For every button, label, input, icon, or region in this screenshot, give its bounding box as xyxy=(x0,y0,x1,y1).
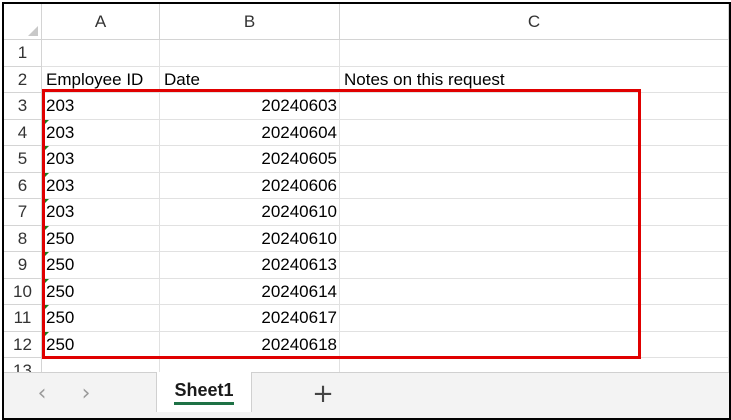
table-row: 9 250 20240613 xyxy=(4,252,729,279)
cell-a-value: 250 xyxy=(46,281,75,301)
cell-a-value: 250 xyxy=(46,228,75,248)
cell-a-value: 203 xyxy=(46,122,75,142)
table-row: 10 250 20240614 xyxy=(4,278,729,305)
cell-c[interactable] xyxy=(340,199,729,226)
chevron-left-icon[interactable]: ‹ xyxy=(30,383,54,407)
cell-c[interactable] xyxy=(340,305,729,332)
cell-a-value: 203 xyxy=(46,202,75,221)
cell-a[interactable]: 250 xyxy=(42,252,160,279)
error-indicator-icon xyxy=(42,119,49,127)
cell-a[interactable]: Employee ID xyxy=(42,66,160,93)
cell-c[interactable] xyxy=(340,225,729,252)
sheet-tab-label: Sheet1 xyxy=(174,380,234,405)
error-indicator-icon xyxy=(42,146,49,153)
error-indicator-icon xyxy=(42,278,49,286)
cell-a[interactable]: 203 xyxy=(42,199,160,226)
row-header[interactable]: 10 xyxy=(4,278,42,305)
cell-a-value: 203 xyxy=(46,96,75,115)
cell-c[interactable] xyxy=(340,252,729,279)
table-row: 11 250 20240617 xyxy=(4,305,729,332)
cell-a[interactable]: 250 xyxy=(42,278,160,305)
error-indicator-icon xyxy=(42,331,49,339)
error-indicator-icon xyxy=(42,225,49,233)
row-header[interactable]: 9 xyxy=(4,252,42,279)
cell-c[interactable] xyxy=(340,331,729,358)
column-header-a[interactable]: A xyxy=(42,4,160,40)
cell-b[interactable]: 20240606 xyxy=(160,172,340,199)
cell-a-value: 250 xyxy=(46,255,75,274)
cell-a[interactable] xyxy=(42,358,160,372)
error-indicator-icon xyxy=(42,305,49,312)
row-header[interactable]: 5 xyxy=(4,146,42,173)
spreadsheet-window: A B C 1 2 Employee ID Date Notes on this req… xyxy=(2,2,731,420)
cell-b[interactable]: 20240614 xyxy=(160,278,340,305)
error-indicator-icon xyxy=(42,172,49,180)
cell-b[interactable]: 20240610 xyxy=(160,225,340,252)
table-row: 8 250 20240610 xyxy=(4,225,729,252)
cell-b[interactable]: 20240603 xyxy=(160,93,340,120)
cell-c[interactable] xyxy=(340,278,729,305)
row-header[interactable]: 12 xyxy=(4,331,42,358)
row-header[interactable]: 13 xyxy=(4,358,42,372)
table-row: 5 203 20240605 xyxy=(4,146,729,173)
cell-c[interactable] xyxy=(340,40,729,67)
error-indicator-icon xyxy=(42,199,49,206)
row-header[interactable]: 4 xyxy=(4,119,42,146)
cell-b[interactable]: 20240618 xyxy=(160,331,340,358)
error-indicator-icon xyxy=(42,252,49,259)
table-row: 6 203 20240606 xyxy=(4,172,729,199)
worksheet-grid: A B C 1 2 Employee ID Date Notes on this req… xyxy=(4,4,729,372)
cell-c[interactable] xyxy=(340,119,729,146)
cell-a[interactable]: 250 xyxy=(42,305,160,332)
select-all-corner[interactable] xyxy=(4,4,42,40)
cell-a-value: 203 xyxy=(46,149,75,168)
cell-a-value: 250 xyxy=(46,334,75,354)
cell-a[interactable]: 203 xyxy=(42,119,160,146)
cell-c[interactable] xyxy=(340,172,729,199)
cell-b[interactable]: Date xyxy=(160,66,340,93)
row-header[interactable]: 6 xyxy=(4,172,42,199)
row-header[interactable]: 7 xyxy=(4,199,42,226)
column-header-b[interactable]: B xyxy=(160,4,340,40)
table-row: 4 203 20240604 xyxy=(4,119,729,146)
row-header[interactable]: 2 xyxy=(4,66,42,93)
cell-a[interactable] xyxy=(42,40,160,67)
cell-b[interactable]: 20240617 xyxy=(160,305,340,332)
cell-a[interactable]: 250 xyxy=(42,331,160,358)
column-header-c[interactable]: C xyxy=(340,4,729,40)
row-header[interactable]: 8 xyxy=(4,225,42,252)
table-row: 1 xyxy=(4,40,729,67)
cell-c[interactable] xyxy=(340,358,729,372)
cell-a[interactable]: 203 xyxy=(42,146,160,173)
cell-a[interactable]: 203 xyxy=(42,172,160,199)
row-header[interactable]: 11 xyxy=(4,305,42,332)
sheet-tab-sheet1[interactable]: Sheet1 xyxy=(156,372,252,412)
cell-b[interactable]: 20240605 xyxy=(160,146,340,173)
table-row: 3 203 20240603 xyxy=(4,93,729,120)
cell-c[interactable]: Notes on this request xyxy=(340,66,729,93)
cell-a[interactable]: 203 xyxy=(42,93,160,120)
cell-b[interactable]: 20240604 xyxy=(160,119,340,146)
cell-c[interactable] xyxy=(340,93,729,120)
cell-b[interactable]: 20240613 xyxy=(160,252,340,279)
table-row: 13 xyxy=(4,358,729,372)
cell-a-value: Employee ID xyxy=(46,69,144,89)
table-row: 7 203 20240610 xyxy=(4,199,729,226)
cell-b[interactable] xyxy=(160,358,340,372)
cell-c[interactable] xyxy=(340,146,729,173)
select-all-triangle-icon xyxy=(28,26,38,36)
cell-b[interactable] xyxy=(160,40,340,67)
table-row: 12 250 20240618 xyxy=(4,331,729,358)
chevron-right-icon[interactable]: › xyxy=(74,383,98,407)
table-row: 2 Employee ID Date Notes on this request xyxy=(4,66,729,93)
sheet-tab-bar: ‹ › Sheet1 + xyxy=(4,372,729,418)
row-header[interactable]: 1 xyxy=(4,40,42,67)
row-header[interactable]: 3 xyxy=(4,93,42,120)
cell-a-value: 250 xyxy=(46,308,75,327)
plus-icon[interactable]: + xyxy=(310,381,336,407)
cell-b[interactable]: 20240610 xyxy=(160,199,340,226)
cell-a[interactable]: 250 xyxy=(42,225,160,252)
cell-a-value: 203 xyxy=(46,175,75,195)
